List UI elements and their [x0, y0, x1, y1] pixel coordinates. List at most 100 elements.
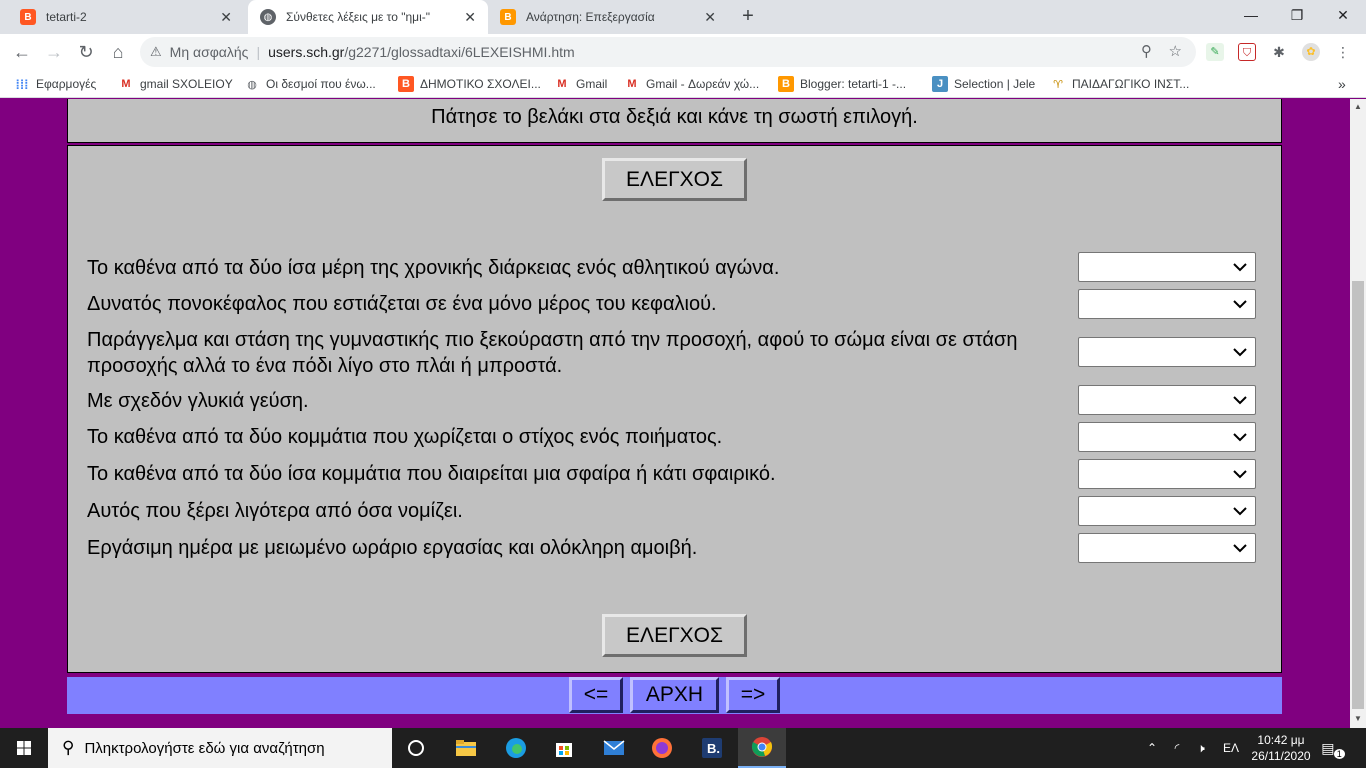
- bookmark-dimotiko[interactable]: B ΔΗΜΟΤΙΚΟ ΣΧΟΛΕΙ...: [398, 70, 541, 98]
- volume-icon[interactable]: 🕨: [1190, 728, 1212, 768]
- bookmark-gmail-dorean[interactable]: M Gmail - Δωρεάν χώ...: [624, 70, 759, 98]
- bookmark-label: ΔΗΜΟΤΙΚΟ ΣΧΟΛΕΙ...: [420, 77, 541, 91]
- clock[interactable]: 10:42 μμ 26/11/2020: [1246, 732, 1316, 764]
- windows-logo-icon: [17, 741, 31, 755]
- scroll-up-icon[interactable]: ▲: [1350, 99, 1366, 115]
- chevron-down-icon: [1233, 544, 1247, 553]
- home-page-button[interactable]: ΑΡΧΗ: [630, 677, 719, 713]
- tab-title: Σύνθετες λέξεις με το "ημι-": [286, 10, 431, 24]
- bookmark-apps[interactable]: ⁞⁞⁞ Εφαρμογές: [14, 70, 97, 98]
- bookmark-label: Εφαρμογές: [36, 77, 97, 91]
- page-content: Πάτησε το βελάκι στα δεξιά και κάνε τη σ…: [0, 99, 1350, 728]
- blogger-icon: B: [778, 76, 794, 92]
- tab-post-edit[interactable]: B Ανάρτηση: Επεξεργασία ✕: [488, 0, 728, 34]
- answer-select[interactable]: [1078, 337, 1256, 367]
- security-label[interactable]: Μη ασφαλής: [170, 44, 249, 60]
- bookmarks-bar: ⁞⁞⁞ Εφαρμογές M gmail SXOLEIOY ◍ Οι δεσμ…: [0, 70, 1366, 98]
- blogger-icon: B: [500, 9, 516, 25]
- address-bar[interactable]: ⚠ Μη ασφαλής | users.sch.gr /g2271/gloss…: [140, 37, 1196, 67]
- bookmark-star-icon[interactable]: ☆: [1169, 37, 1182, 67]
- chrome-icon[interactable]: [738, 728, 786, 768]
- maximize-button[interactable]: ❐: [1274, 0, 1320, 30]
- apps-grid-icon: ⁞⁞⁞: [15, 76, 29, 92]
- file-explorer-icon[interactable]: [442, 728, 490, 768]
- tab-active[interactable]: ◍ Σύνθετες λέξεις με το "ημι-" ✕: [248, 0, 488, 34]
- question-text: Αυτός που ξέρει λιγότερα από όσα νομίζει…: [87, 500, 463, 522]
- bookmark-jele[interactable]: J Selection | Jele: [932, 70, 1035, 98]
- tab-title: tetarti-2: [46, 10, 87, 24]
- clock-date: 26/11/2020: [1251, 749, 1311, 763]
- extension-icon[interactable]: ✎: [1206, 43, 1224, 61]
- blogger-icon: B: [20, 9, 36, 25]
- shield-extension-icon[interactable]: ⛉: [1238, 43, 1256, 61]
- wifi-icon[interactable]: ◜: [1166, 728, 1188, 768]
- tab-tetarti-2[interactable]: B tetarti-2 ✕: [8, 0, 244, 34]
- home-icon[interactable]: ⌂: [104, 38, 132, 66]
- chevron-down-icon: [1233, 433, 1247, 442]
- chevron-down-icon: [1233, 470, 1247, 479]
- warning-icon[interactable]: ⚠: [150, 44, 162, 60]
- bookmark-pi[interactable]: ♈ ΠΑΙΔΑΓΩΓΙΚΟ ΙΝΣΤ...: [1050, 70, 1189, 98]
- answer-select[interactable]: [1078, 289, 1256, 319]
- bookmark-desmoi[interactable]: ◍ Οι δεσμοί που ένω...: [244, 70, 376, 98]
- browser-toolbar: ← → ↻ ⌂ ⚠ Μη ασφαλής | users.sch.gr /g22…: [0, 34, 1366, 70]
- menu-icon[interactable]: ⋮: [1334, 43, 1352, 61]
- close-icon[interactable]: ✕: [220, 9, 232, 26]
- check-button-top[interactable]: ΕΛΕΓΧΟΣ: [602, 158, 747, 201]
- mail-icon[interactable]: [590, 728, 638, 768]
- bookmark-gmail[interactable]: M Gmail: [554, 70, 607, 98]
- firefox-icon[interactable]: [638, 728, 686, 768]
- bookmark-label: Selection | Jele: [954, 77, 1036, 91]
- back-icon[interactable]: ←: [8, 38, 36, 66]
- bookmark-label: Blogger: tetarti-1 -...: [800, 77, 907, 91]
- bookmark-label: Gmail: [576, 77, 608, 91]
- omnibox-divider: |: [256, 44, 261, 60]
- edge-icon[interactable]: [492, 728, 540, 768]
- chevron-up-icon[interactable]: ⌃: [1142, 728, 1162, 768]
- window-close-button[interactable]: ✕: [1320, 0, 1366, 30]
- taskbar-search[interactable]: ⚲ Πληκτρολογήστε εδώ για αναζήτηση: [48, 728, 392, 768]
- avatar[interactable]: ✿: [1302, 43, 1320, 61]
- answer-select[interactable]: [1078, 252, 1256, 282]
- language-indicator[interactable]: ΕΛ: [1218, 728, 1244, 768]
- answer-select[interactable]: [1078, 459, 1256, 489]
- chevron-down-icon: [1233, 348, 1247, 357]
- puzzle-icon[interactable]: ✱: [1270, 43, 1288, 61]
- notification-icon[interactable]: ▤ 1: [1320, 728, 1350, 768]
- scroll-thumb[interactable]: [1352, 281, 1364, 709]
- j-icon: J: [932, 76, 948, 92]
- bookmarks-overflow[interactable]: »: [1338, 70, 1346, 98]
- forward-icon[interactable]: →: [40, 38, 68, 66]
- bookmark-gmail-sxoleioy[interactable]: M gmail SXOLEIOY: [118, 70, 232, 98]
- check-button-bottom[interactable]: ΕΛΕΓΧΟΣ: [602, 614, 747, 657]
- task-view-icon[interactable]: [392, 728, 440, 768]
- question-text: Το καθένα από τα δύο ίσα μέρη της χρονικ…: [87, 257, 780, 279]
- page-scrollbar[interactable]: ▲ ▼: [1350, 99, 1366, 728]
- url-host: users.sch.gr: [268, 44, 345, 60]
- bookmark-label: ΠΑΙΔΑΓΩΓΙΚΟ ΙΝΣΤ...: [1072, 77, 1190, 91]
- scroll-down-icon[interactable]: ▼: [1350, 711, 1366, 727]
- bookmark-blogger-tetarti[interactable]: B Blogger: tetarti-1 -...: [778, 70, 906, 98]
- gmail-icon: M: [557, 78, 567, 90]
- close-icon[interactable]: ✕: [704, 9, 716, 26]
- minimize-button[interactable]: —: [1228, 0, 1274, 30]
- gmail-icon: M: [627, 78, 637, 90]
- new-tab-button[interactable]: +: [736, 4, 760, 28]
- clock-time: 10:42 μμ: [1257, 733, 1305, 747]
- answer-select[interactable]: [1078, 496, 1256, 526]
- store-icon[interactable]: [540, 728, 588, 768]
- close-icon[interactable]: ✕: [464, 9, 476, 26]
- question-text: Το καθένα από τα δύο κομμάτια που χωρίζε…: [87, 426, 723, 448]
- blogger-app-icon[interactable]: B.: [688, 728, 736, 768]
- prev-page-button[interactable]: <=: [569, 677, 623, 713]
- answer-select[interactable]: [1078, 533, 1256, 563]
- next-page-button[interactable]: =>: [726, 677, 780, 713]
- zoom-icon[interactable]: ⚲: [1141, 37, 1152, 67]
- answer-select[interactable]: [1078, 385, 1256, 415]
- question-text: Το καθένα από τα δύο ίσα κομμάτια που δι…: [87, 463, 776, 485]
- windows-start-button[interactable]: [0, 728, 48, 768]
- search-icon: ⚲: [62, 738, 75, 757]
- question-text: Δυνατός πονοκέφαλος που εστιάζεται σε έν…: [87, 293, 717, 315]
- reload-icon[interactable]: ↻: [72, 38, 100, 66]
- answer-select[interactable]: [1078, 422, 1256, 452]
